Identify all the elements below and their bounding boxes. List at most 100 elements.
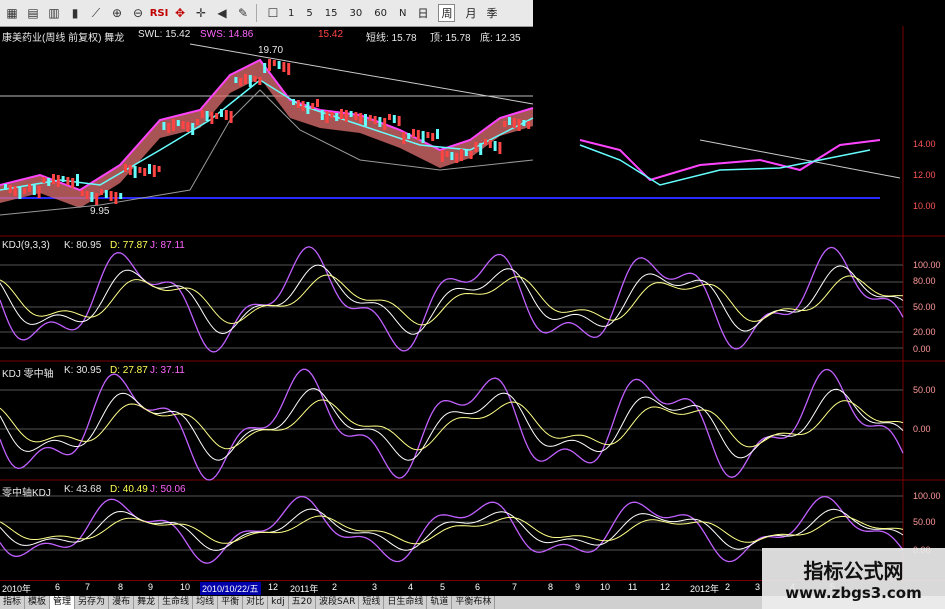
date-tick: 6 [55, 582, 61, 592]
candle [80, 190, 84, 196]
low-mark: 9.95 [90, 206, 110, 217]
main-price-series [0, 58, 881, 216]
ma-line-4 [579, 144, 871, 186]
candle [402, 132, 406, 144]
candle [186, 122, 190, 132]
tab-4[interactable]: 漫布 [109, 596, 135, 609]
candle [527, 121, 531, 129]
candle [47, 178, 51, 186]
kdj2-d-line [0, 399, 904, 451]
tab-1[interactable]: 模板 [25, 596, 51, 609]
candle [282, 62, 286, 72]
date-tick: 3 [372, 582, 378, 592]
tab-15[interactable]: 轨道 [427, 596, 453, 609]
candle [148, 164, 151, 174]
date-tick: 9 [148, 582, 154, 592]
candle [450, 152, 454, 160]
candle [364, 114, 367, 126]
candle [517, 119, 521, 131]
candle [85, 191, 89, 199]
candle [272, 60, 276, 66]
di-value: 底: 12.35 [480, 33, 521, 44]
candle [42, 177, 46, 183]
tab-16[interactable]: 平衡布林 [452, 596, 496, 609]
kdj1-name: KDJ(9,3,3) [2, 240, 50, 251]
candle [181, 121, 185, 129]
tab-12[interactable]: 波段SAR [316, 596, 360, 609]
kdj3-tick: 100.00 [913, 491, 941, 501]
tab-8[interactable]: 平衡 [218, 596, 244, 609]
kdj2-tick: 50.00 [913, 385, 936, 395]
candle [13, 186, 17, 196]
candle [61, 176, 65, 182]
kdj2-j-line [0, 368, 904, 481]
tab-6[interactable]: 生命线 [159, 596, 194, 609]
date-tick: 2 [332, 582, 338, 592]
candle [455, 153, 459, 163]
tab-9[interactable]: 对比 [243, 596, 269, 609]
candle [200, 110, 204, 118]
kdj1-j-line [0, 246, 904, 353]
candle [498, 142, 502, 154]
candle [172, 119, 175, 131]
candle [392, 115, 396, 123]
candle [311, 103, 315, 109]
watermark-title: 指标公式网 [803, 559, 904, 583]
tab-7[interactable]: 均线 [193, 596, 219, 609]
tab-11[interactable]: 五20 [289, 596, 317, 609]
kdj3-name: 零中轴KDJ [2, 488, 51, 499]
candle [440, 150, 444, 162]
candle [378, 117, 382, 127]
kdj2-j: J: 37.11 [150, 365, 185, 376]
candle [71, 178, 75, 188]
candle [426, 132, 430, 138]
tab-10[interactable]: kdj [268, 596, 289, 609]
candle [488, 140, 492, 148]
date-tick: 12 [268, 582, 279, 592]
kdj1-k: K: 80.95 [64, 240, 102, 251]
candle [301, 101, 305, 111]
candle [484, 139, 487, 145]
candle [340, 109, 343, 119]
kdj1-series [0, 246, 904, 353]
tab-5[interactable]: 舞龙 [134, 596, 160, 609]
candle [18, 187, 22, 199]
candle [263, 63, 267, 73]
candle [522, 120, 526, 126]
date-tick: 10 [600, 582, 611, 592]
candle [268, 59, 271, 71]
candle [124, 164, 127, 172]
candle [277, 61, 281, 69]
kdj2-name: KDJ 零中轴 [2, 369, 54, 380]
kdj3-k-line [0, 508, 904, 551]
tab-14[interactable]: 日生命线 [384, 596, 428, 609]
candle [330, 112, 334, 118]
date-tick: 7 [512, 582, 518, 592]
val3: 15.42 [318, 29, 344, 40]
date-tick: 2010年 [2, 584, 32, 594]
candle [109, 191, 113, 201]
candle [100, 189, 103, 195]
kdj2-tick: 0.00 [913, 424, 931, 434]
candle [210, 112, 214, 124]
candle [28, 184, 31, 192]
candle [248, 75, 252, 87]
candle [316, 99, 319, 107]
tab-3[interactable]: 另存为 [75, 596, 110, 609]
y-tick: 12.00 [913, 170, 936, 180]
candle [397, 116, 401, 126]
kdj3-j: J: 50.06 [150, 484, 186, 495]
kdj2-series [0, 368, 904, 481]
date-tick: 10 [180, 582, 191, 592]
kdj1-tick: 0.00 [913, 344, 931, 354]
ding-value: 顶: 15.78 [430, 33, 471, 44]
date-tick: 8 [118, 582, 124, 592]
tab-13[interactable]: 短线 [359, 596, 385, 609]
candle [368, 115, 372, 121]
tab-0[interactable]: 指标 [0, 596, 26, 609]
candle [239, 78, 243, 86]
candle [373, 116, 377, 124]
candle [349, 111, 353, 117]
tab-2[interactable]: 管理 [50, 596, 76, 609]
trend-line-2 [699, 139, 901, 179]
